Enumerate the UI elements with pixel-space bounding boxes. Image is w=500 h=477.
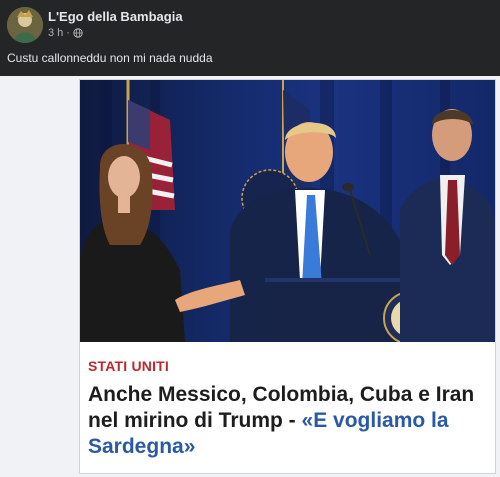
avatar-image [7, 7, 43, 43]
article-photo-illustration [80, 80, 495, 342]
link-preview-card[interactable]: STATI UNITI Anche Messico, Colombia, Cub… [79, 79, 496, 474]
post-text: Custu callonneddu non mi nada nudda [7, 51, 213, 65]
post-meta: 3 h · [48, 27, 83, 39]
post-time[interactable]: 3 h [48, 27, 63, 39]
post-author[interactable]: L'Ego della Bambagia [48, 9, 183, 24]
article-headline[interactable]: Anche Messico, Colombia, Cuba e Iran nel… [88, 382, 488, 460]
article-photo[interactable] [80, 80, 495, 342]
post-header: L'Ego della Bambagia 3 h · Custu callonn… [0, 0, 500, 76]
globe-icon [73, 28, 83, 38]
avatar[interactable] [7, 7, 43, 43]
article-kicker: STATI UNITI [88, 358, 170, 374]
article-caption[interactable]: STATI UNITI Anche Messico, Colombia, Cub… [80, 342, 495, 473]
